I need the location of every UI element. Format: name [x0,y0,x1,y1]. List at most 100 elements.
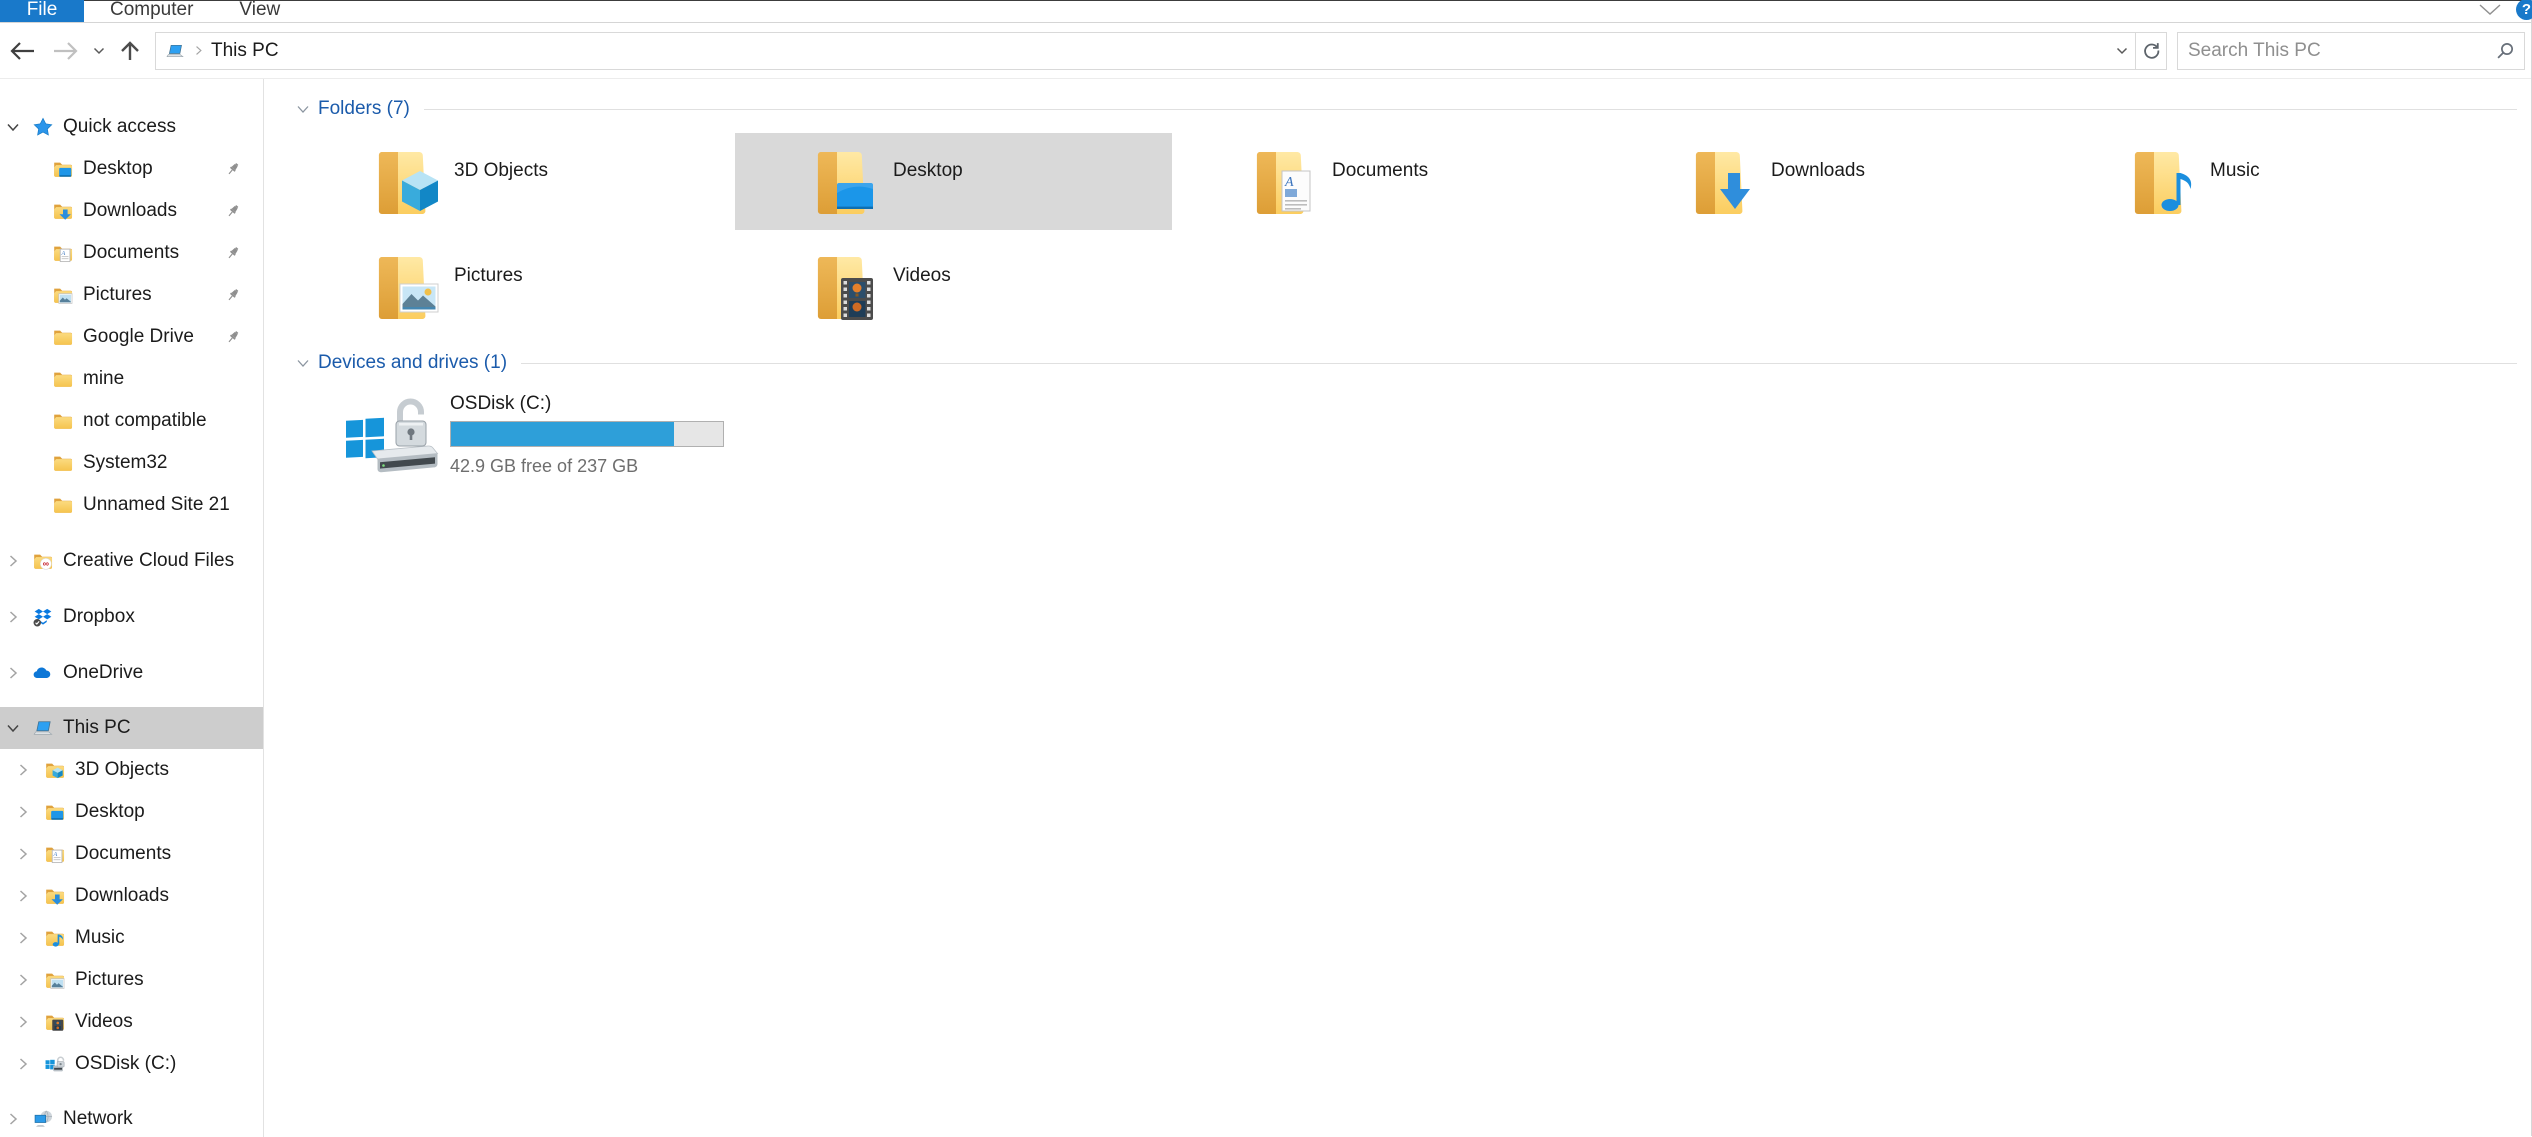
tile-downloads[interactable]: Downloads [1613,133,2050,230]
sidebar-item-this-pc-videos[interactable]: Videos [0,1001,263,1043]
chevron-right-icon[interactable] [6,666,20,680]
recent-locations-chevron-icon[interactable] [93,47,105,55]
sidebar-item-documents[interactable]: Documents [0,232,263,274]
sidebar-item-this-pc-desktop[interactable]: Desktop [0,791,263,833]
documents-folder-icon [44,843,66,865]
search-input[interactable] [2178,40,2492,62]
downloads-folder-icon [52,200,74,222]
sidebar-group-dropbox[interactable]: Dropbox [0,596,263,638]
sidebar-item-3d-objects[interactable]: 3D Objects [0,749,263,791]
group-header-label: Folders (7) [318,98,410,120]
sidebar-item-this-pc-documents[interactable]: Documents [0,833,263,875]
tile-3d-objects[interactable]: 3D Objects [296,133,733,230]
sidebar-label: Google Drive [83,326,194,348]
expand-ribbon-chevron-icon[interactable] [2478,3,2502,16]
navigation-bar: This PC [0,23,2531,79]
address-dropdown-button[interactable] [2109,33,2135,69]
sidebar-group-onedrive[interactable]: OneDrive [0,652,263,694]
breadcrumb[interactable]: This PC [156,33,2109,69]
chevron-right-icon[interactable] [16,1015,30,1029]
tab-view[interactable]: View [219,0,306,22]
sidebar-label: OneDrive [63,662,143,684]
sidebar-item-mine[interactable]: mine [0,358,263,400]
desktop-folder-icon [809,147,881,219]
tile-pictures[interactable]: Pictures [296,238,733,335]
sidebar-item-this-pc-downloads[interactable]: Downloads [0,875,263,917]
ribbon-tab-bar: File Computer View ? [0,0,2531,23]
desktop-folder-icon [52,158,74,180]
group-header-folders[interactable]: Folders (7) [296,95,2531,123]
sidebar-item-this-pc-pictures[interactable]: Pictures [0,959,263,1001]
chevron-down-icon[interactable] [6,721,20,735]
sidebar-item-this-pc-music[interactable]: Music [0,917,263,959]
chevron-right-icon[interactable] [6,1112,20,1126]
sidebar-group-this-pc[interactable]: This PC [0,707,263,749]
sidebar-item-not-compatible[interactable]: not compatible [0,400,263,442]
chevron-right-icon[interactable] [16,889,30,903]
chevron-right-icon[interactable] [6,554,20,568]
tile-label: Pictures [454,265,523,335]
tile-label: Videos [893,265,951,335]
folder-icon [52,410,74,432]
chevron-right-icon[interactable] [16,847,30,861]
help-button[interactable]: ? [2516,0,2532,20]
onedrive-cloud-icon [32,662,54,684]
sidebar-item-unnamed-site-21[interactable]: Unnamed Site 21 [0,484,263,526]
tile-music[interactable]: Music [2052,133,2489,230]
pin-icon [225,329,241,345]
breadcrumb-chevron-icon[interactable] [193,45,204,56]
chevron-right-icon[interactable] [16,1057,30,1071]
chevron-right-icon[interactable] [16,931,30,945]
desktop-folder-icon [44,801,66,823]
osdisk-drive-icon [342,391,442,481]
sidebar-item-osdisk[interactable]: OSDisk (C:) [0,1043,263,1085]
refresh-button[interactable] [2136,33,2166,69]
this-pc-icon [32,717,54,739]
sidebar-label: Network [63,1108,133,1130]
tab-computer-label: Computer [110,0,193,20]
quick-access-star-icon [32,116,54,138]
osdisk-drive-icon [44,1053,66,1075]
drive-free-space: 42.9 GB free of 237 GB [450,456,724,477]
sidebar-label: Quick access [63,116,176,138]
search-icon[interactable] [2496,41,2515,60]
sidebar-item-pictures[interactable]: Pictures [0,274,263,316]
forward-button-icon[interactable] [52,41,80,61]
sidebar-group-creative-cloud-files[interactable]: Creative Cloud Files [0,540,263,582]
chevron-right-icon[interactable] [16,973,30,987]
sidebar-item-downloads[interactable]: Downloads [0,190,263,232]
folder-icon [52,494,74,516]
group-header-label: Devices and drives (1) [318,352,507,374]
sidebar-label: mine [83,368,124,390]
chevron-right-icon[interactable] [16,763,30,777]
tab-file-label: File [27,0,58,21]
breadcrumb-root[interactable]: This PC [211,40,279,62]
back-button-icon[interactable] [8,41,36,61]
group-header-devices-and-drives[interactable]: Devices and drives (1) [296,349,2531,377]
chevron-right-icon[interactable] [16,805,30,819]
search-box[interactable] [2177,32,2525,70]
sidebar-item-desktop[interactable]: Desktop [0,148,263,190]
sidebar-label: This PC [63,717,131,739]
up-button-icon[interactable] [119,40,141,62]
tile-videos[interactable]: Videos [735,238,1172,335]
tile-desktop[interactable]: Desktop [735,133,1172,230]
tile-osdisk[interactable]: OSDisk (C:) 42.9 GB free of 237 GB [296,389,733,485]
tile-documents[interactable]: Documents [1174,133,1611,230]
chevron-down-icon[interactable] [296,356,310,370]
tile-label: Desktop [893,160,963,230]
sidebar-group-quick-access[interactable]: Quick access [0,106,263,148]
chevron-down-icon[interactable] [6,120,20,134]
folder-icon [52,326,74,348]
tab-file[interactable]: File [0,0,84,22]
sidebar-label: Downloads [75,885,169,907]
3d-objects-folder-icon [44,759,66,781]
chevron-right-icon[interactable] [6,610,20,624]
chevron-down-icon[interactable] [296,102,310,116]
address-bar[interactable]: This PC [155,32,2167,70]
sidebar-group-network[interactable]: Network [0,1098,263,1137]
sidebar-item-system32[interactable]: System32 [0,442,263,484]
documents-folder-icon [52,242,74,264]
tab-computer[interactable]: Computer [84,0,219,22]
sidebar-item-google-drive[interactable]: Google Drive [0,316,263,358]
